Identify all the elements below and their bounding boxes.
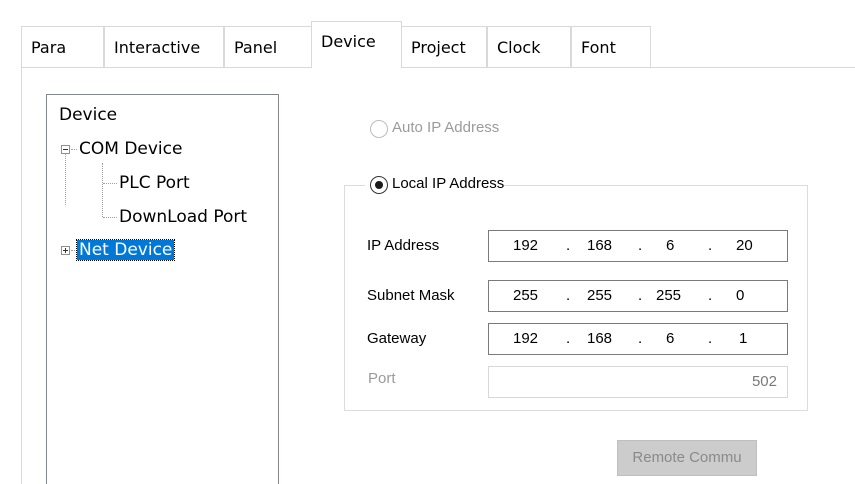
tree-node-device[interactable]: Device: [57, 104, 119, 126]
auto-ip-radio[interactable]: [370, 120, 388, 138]
mask-octet-2: 255: [587, 287, 613, 304]
tree-node-net-device[interactable]: Net Device: [75, 239, 176, 261]
tree-node-label-selected: Net Device: [75, 239, 176, 261]
gw-octet-4: 1: [739, 330, 748, 347]
port-field[interactable]: 502: [488, 366, 788, 398]
ip-dot: .: [708, 237, 713, 254]
expand-icon[interactable]: [61, 246, 70, 255]
tree-node-label: COM Device: [79, 139, 183, 159]
tree-node-label: PLC Port: [119, 173, 190, 193]
local-ip-label: Local IP Address: [392, 175, 505, 192]
mask-dot: .: [638, 287, 643, 304]
tab-device[interactable]: Device: [311, 21, 402, 68]
remote-commu-button[interactable]: Remote Commu: [617, 440, 757, 476]
tree-connector: [103, 217, 117, 218]
tree-node-com-device[interactable]: COM Device: [77, 138, 184, 160]
subnet-mask-field[interactable]: 255 . 255 . 255 . 0: [488, 280, 788, 312]
tree-node-download-port[interactable]: DownLoad Port: [117, 206, 249, 228]
ip-octet-4: 20: [736, 237, 753, 254]
mask-dot: .: [708, 287, 713, 304]
local-ip-legend: Local IP Address Local IP Address...: [365, 172, 504, 198]
ip-address-field[interactable]: 192 . 168 . 6 . 20: [488, 230, 788, 262]
mask-octet-3: 255: [656, 287, 682, 304]
tree-node-plc-port[interactable]: PLC Port: [117, 172, 192, 194]
ip-dot: .: [566, 237, 571, 254]
local-ip-radio[interactable]: [370, 176, 388, 194]
tab-clock[interactable]: Clock: [487, 26, 571, 67]
mask-octet-1: 255: [513, 287, 539, 304]
tree-node-label: Device: [59, 105, 118, 125]
gateway-field[interactable]: 192 . 168 . 6 . 1: [488, 323, 788, 355]
gw-dot: .: [566, 330, 571, 347]
port-label: Port: [368, 370, 396, 387]
tab-panel[interactable]: Panel: [224, 26, 312, 67]
collapse-icon[interactable]: [61, 145, 70, 154]
port-value: 502: [751, 373, 777, 390]
tab-project[interactable]: Project: [401, 26, 487, 67]
gw-dot: .: [708, 330, 713, 347]
mask-dot: .: [566, 287, 571, 304]
ip-octet-1: 192: [513, 237, 539, 254]
gw-dot: .: [638, 330, 643, 347]
mask-octet-4: 0: [736, 287, 745, 304]
tree-connector: [65, 149, 66, 205]
ip-octet-2: 168: [587, 237, 613, 254]
subnet-mask-label: Subnet Mask: [367, 287, 455, 304]
gw-octet-1: 192: [513, 330, 539, 347]
tree-connector: [102, 163, 103, 217]
tab-interactive[interactable]: Interactive: [104, 26, 224, 67]
tab-para[interactable]: Para: [21, 26, 104, 67]
ip-dot: .: [638, 237, 643, 254]
ip-address-label: IP Address: [367, 237, 440, 254]
ip-octet-3: 6: [666, 237, 675, 254]
device-tree[interactable]: Device COM Device PLC Port DownLoad Port…: [46, 94, 279, 484]
tree-node-label: DownLoad Port: [119, 207, 248, 227]
auto-ip-label: Auto IP Address: [392, 119, 500, 136]
gateway-label: Gateway: [367, 330, 427, 347]
gw-octet-3: 6: [666, 330, 675, 347]
tab-font[interactable]: Font: [571, 26, 651, 67]
gw-octet-2: 168: [587, 330, 613, 347]
tree-connector: [103, 183, 117, 184]
window: Para Interactive Panel Device Project Cl…: [0, 0, 855, 484]
